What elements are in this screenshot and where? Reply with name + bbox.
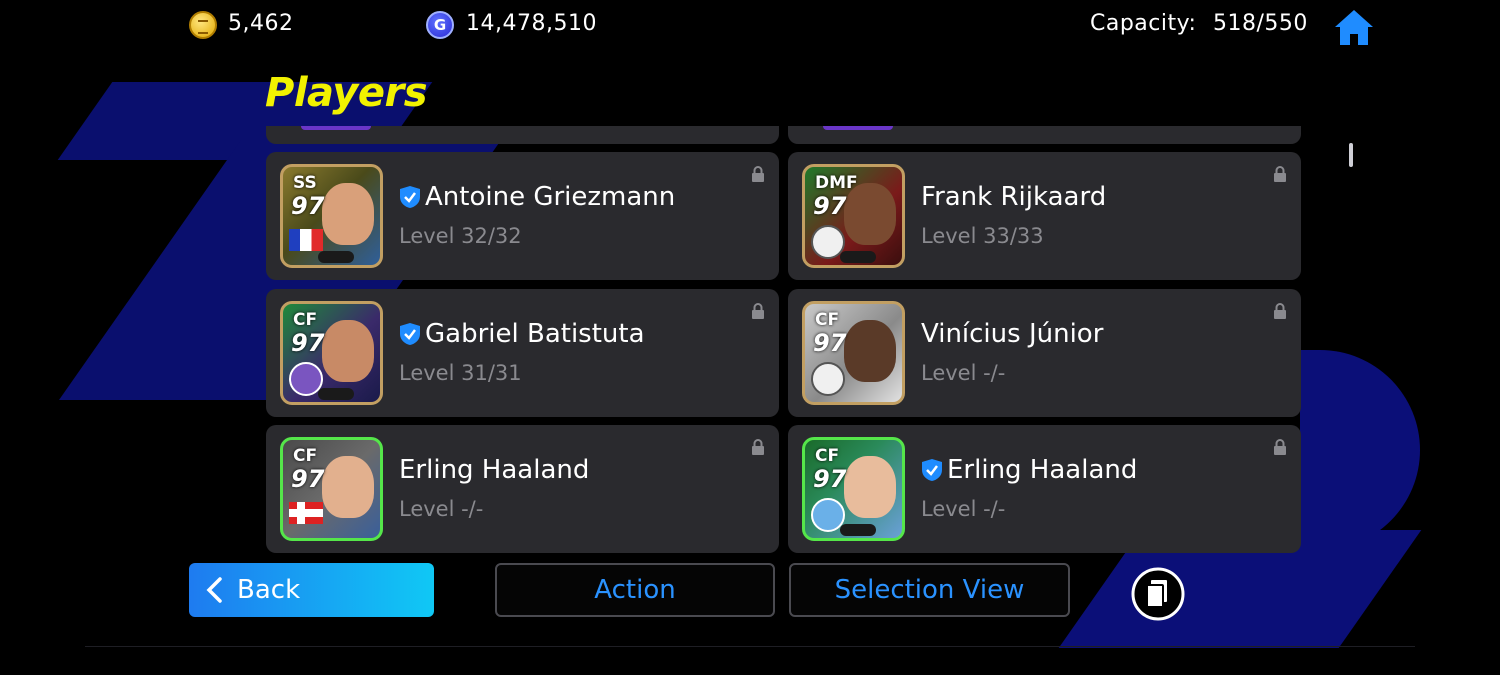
divider bbox=[85, 646, 1415, 647]
player-rating: 97 bbox=[291, 192, 325, 220]
lock-icon[interactable] bbox=[751, 303, 765, 319]
player-thumbnail: CF 97 bbox=[280, 301, 383, 405]
selection-view-button[interactable]: Selection View bbox=[789, 563, 1070, 617]
player-portrait bbox=[844, 320, 896, 382]
skill-badge-icon bbox=[839, 251, 876, 263]
player-position: CF bbox=[293, 446, 318, 466]
player-card[interactable]: CF 97 Vinícius Júnior Level -/- bbox=[788, 289, 1301, 417]
selection-view-button-label: Selection View bbox=[834, 575, 1025, 605]
player-portrait bbox=[322, 456, 374, 518]
capacity-label: Capacity: bbox=[1090, 11, 1197, 36]
lock-icon[interactable] bbox=[1273, 303, 1287, 319]
page-title: Players bbox=[265, 70, 428, 116]
verified-shield-icon bbox=[922, 459, 942, 481]
norway-flag-icon bbox=[289, 502, 323, 524]
player-name: Erling Haaland bbox=[947, 455, 1138, 485]
player-level: Level -/- bbox=[921, 497, 1006, 521]
player-card[interactable]: DMF 97 Frank Rijkaard Level 33/33 bbox=[788, 152, 1301, 280]
scrollbar[interactable] bbox=[1349, 143, 1353, 167]
list-item-partial[interactable] bbox=[788, 126, 1301, 144]
lock-icon[interactable] bbox=[751, 166, 765, 182]
chevron-left-icon bbox=[206, 577, 222, 603]
player-level: Level 33/33 bbox=[921, 224, 1044, 248]
player-thumbnail: DMF 97 bbox=[802, 164, 905, 268]
player-level: Level -/- bbox=[399, 497, 484, 521]
action-button-label: Action bbox=[594, 575, 676, 605]
player-level: Level 31/31 bbox=[399, 361, 522, 385]
skill-badge-icon bbox=[839, 524, 876, 536]
player-card[interactable]: CF 97 Erling Haaland Level -/- bbox=[788, 425, 1301, 553]
player-portrait bbox=[322, 320, 374, 382]
player-position: CF bbox=[815, 446, 840, 466]
player-position: CF bbox=[293, 310, 318, 330]
gp-balance: 14,478,510 bbox=[466, 11, 597, 36]
player-card[interactable]: SS 97 Antoine Griezmann Level 32/32 bbox=[266, 152, 779, 280]
player-name: Gabriel Batistuta bbox=[425, 319, 645, 349]
verified-shield-icon bbox=[400, 186, 420, 208]
player-name: Erling Haaland bbox=[399, 455, 590, 485]
player-portrait bbox=[844, 456, 896, 518]
player-position: CF bbox=[815, 310, 840, 330]
pages-icon[interactable] bbox=[1130, 566, 1186, 622]
back-button-label: Back bbox=[237, 575, 301, 605]
ecoin-balance: 5,462 bbox=[228, 11, 294, 36]
player-rating: 97 bbox=[813, 465, 847, 493]
player-rating: 97 bbox=[813, 192, 847, 220]
back-button[interactable]: Back bbox=[189, 563, 434, 617]
player-thumbnail: CF 97 bbox=[802, 437, 905, 541]
verified-shield-icon bbox=[400, 323, 420, 345]
capacity-value: 518/550 bbox=[1213, 11, 1308, 36]
club-crest-icon bbox=[811, 362, 845, 396]
lock-icon[interactable] bbox=[1273, 166, 1287, 182]
player-name: Vinícius Júnior bbox=[921, 319, 1104, 349]
player-thumbnail: CF 97 bbox=[802, 301, 905, 405]
player-level: Level -/- bbox=[921, 361, 1006, 385]
gp-icon: G bbox=[426, 11, 454, 39]
player-thumbnail: SS 97 bbox=[280, 164, 383, 268]
player-rating: 97 bbox=[291, 329, 325, 357]
player-name: Frank Rijkaard bbox=[921, 182, 1107, 212]
skill-badge-icon bbox=[317, 388, 354, 400]
background-shape bbox=[1300, 350, 1420, 550]
player-card[interactable]: CF 97 Gabriel Batistuta Level 31/31 bbox=[266, 289, 779, 417]
player-level: Level 32/32 bbox=[399, 224, 522, 248]
home-icon[interactable] bbox=[1333, 8, 1375, 48]
player-position: SS bbox=[293, 173, 317, 193]
top-bar: 5,462 G 14,478,510 Capacity: 518/550 bbox=[0, 0, 1500, 50]
france-flag-icon bbox=[289, 229, 323, 251]
lock-icon[interactable] bbox=[1273, 439, 1287, 455]
player-thumbnail: CF 97 bbox=[280, 437, 383, 541]
player-rating: 97 bbox=[813, 329, 847, 357]
lock-icon[interactable] bbox=[751, 439, 765, 455]
player-card[interactable]: CF 97 Erling Haaland Level -/- bbox=[266, 425, 779, 553]
player-position: DMF bbox=[815, 173, 858, 193]
skill-badge-icon bbox=[317, 251, 354, 263]
player-name: Antoine Griezmann bbox=[425, 182, 676, 212]
player-portrait bbox=[322, 183, 374, 245]
action-button[interactable]: Action bbox=[495, 563, 775, 617]
ecoin-icon bbox=[189, 11, 217, 39]
list-item-partial[interactable] bbox=[266, 126, 779, 144]
player-rating: 97 bbox=[291, 465, 325, 493]
